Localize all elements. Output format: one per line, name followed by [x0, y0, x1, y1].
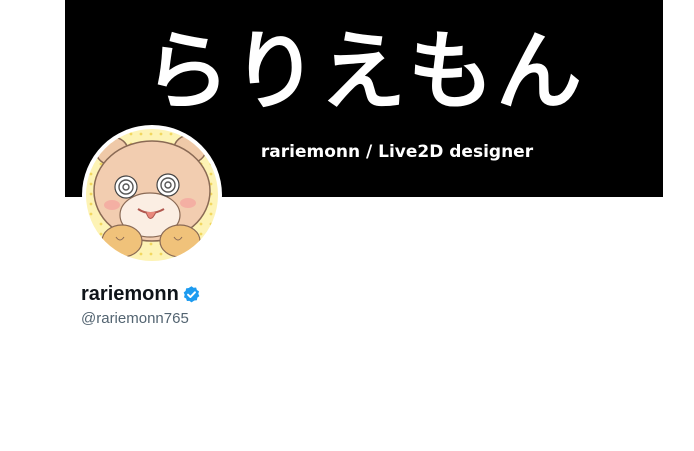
profile-name-row: rariemonn	[81, 282, 201, 306]
profile-handle: @rariemonn765	[81, 310, 189, 327]
banner-title: らりえもん	[144, 22, 584, 122]
verified-badge-icon[interactable]	[182, 285, 201, 304]
display-name: rariemonn	[81, 283, 179, 305]
avatar[interactable]	[82, 125, 222, 265]
bear-avatar-icon	[86, 129, 218, 261]
